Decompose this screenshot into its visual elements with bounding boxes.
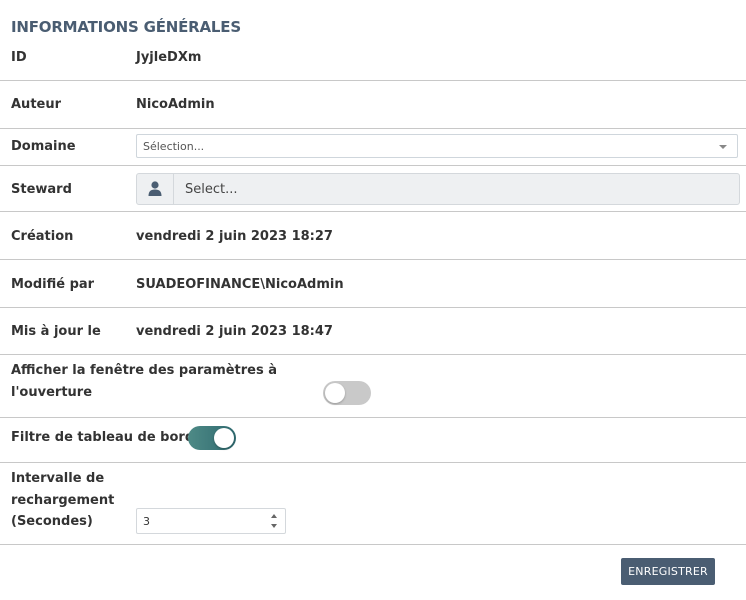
toggle-knob: [325, 383, 345, 403]
section-title: INFORMATIONS GÉNÉRALES: [11, 18, 241, 36]
divider: [0, 211, 746, 212]
id-value: JyjleDXm: [136, 50, 202, 65]
updated-label: Mis à jour le: [11, 324, 101, 339]
creation-label: Création: [11, 229, 74, 244]
divider: [0, 417, 746, 418]
reload-interval-label-line1: Intervalle de: [11, 471, 105, 486]
creation-value: vendredi 2 juin 2023 18:27: [136, 229, 333, 244]
modified-by-value: SUADEOFINANCE\NicoAdmin: [136, 277, 344, 292]
show-params-toggle[interactable]: [323, 381, 371, 405]
dashboard-filter-toggle[interactable]: [188, 426, 236, 450]
id-label: ID: [11, 50, 27, 65]
save-button[interactable]: ENREGISTRER: [621, 558, 715, 585]
show-params-label-line2: l'ouverture: [11, 385, 93, 400]
divider: [0, 128, 746, 129]
divider: [0, 307, 746, 308]
toggle-knob: [214, 428, 234, 448]
author-label: Auteur: [11, 97, 62, 112]
steward-addon: [137, 174, 174, 204]
author-value: NicoAdmin: [136, 97, 215, 112]
spin-up-icon[interactable]: [271, 514, 277, 518]
spin-down-icon[interactable]: [271, 524, 277, 528]
reload-interval-input[interactable]: 3: [136, 508, 286, 534]
steward-placeholder: Select...: [185, 182, 238, 197]
divider: [0, 354, 746, 355]
reload-interval-label-line3: (Secondes): [11, 514, 93, 529]
reload-interval-label-line2: rechargement: [11, 493, 115, 508]
steward-select[interactable]: Select...: [136, 173, 740, 205]
dashboard-filter-label: Filtre de tableau de bord: [11, 430, 195, 445]
domain-label: Domaine: [11, 139, 76, 154]
domain-select[interactable]: Sélection...: [136, 134, 738, 158]
chevron-down-icon[interactable]: [719, 145, 727, 149]
show-params-label-line1: Afficher la fenêtre des paramètres à: [11, 363, 278, 378]
divider: [0, 165, 746, 166]
steward-label: Steward: [11, 182, 72, 197]
divider: [0, 259, 746, 260]
divider: [0, 544, 746, 545]
divider: [0, 80, 746, 81]
modified-by-label: Modifié par: [11, 277, 95, 292]
reload-interval-value: 3: [143, 515, 150, 528]
divider: [0, 462, 746, 463]
user-icon: [148, 181, 162, 196]
domain-select-placeholder: Sélection...: [143, 140, 205, 153]
updated-value: vendredi 2 juin 2023 18:47: [136, 324, 333, 339]
